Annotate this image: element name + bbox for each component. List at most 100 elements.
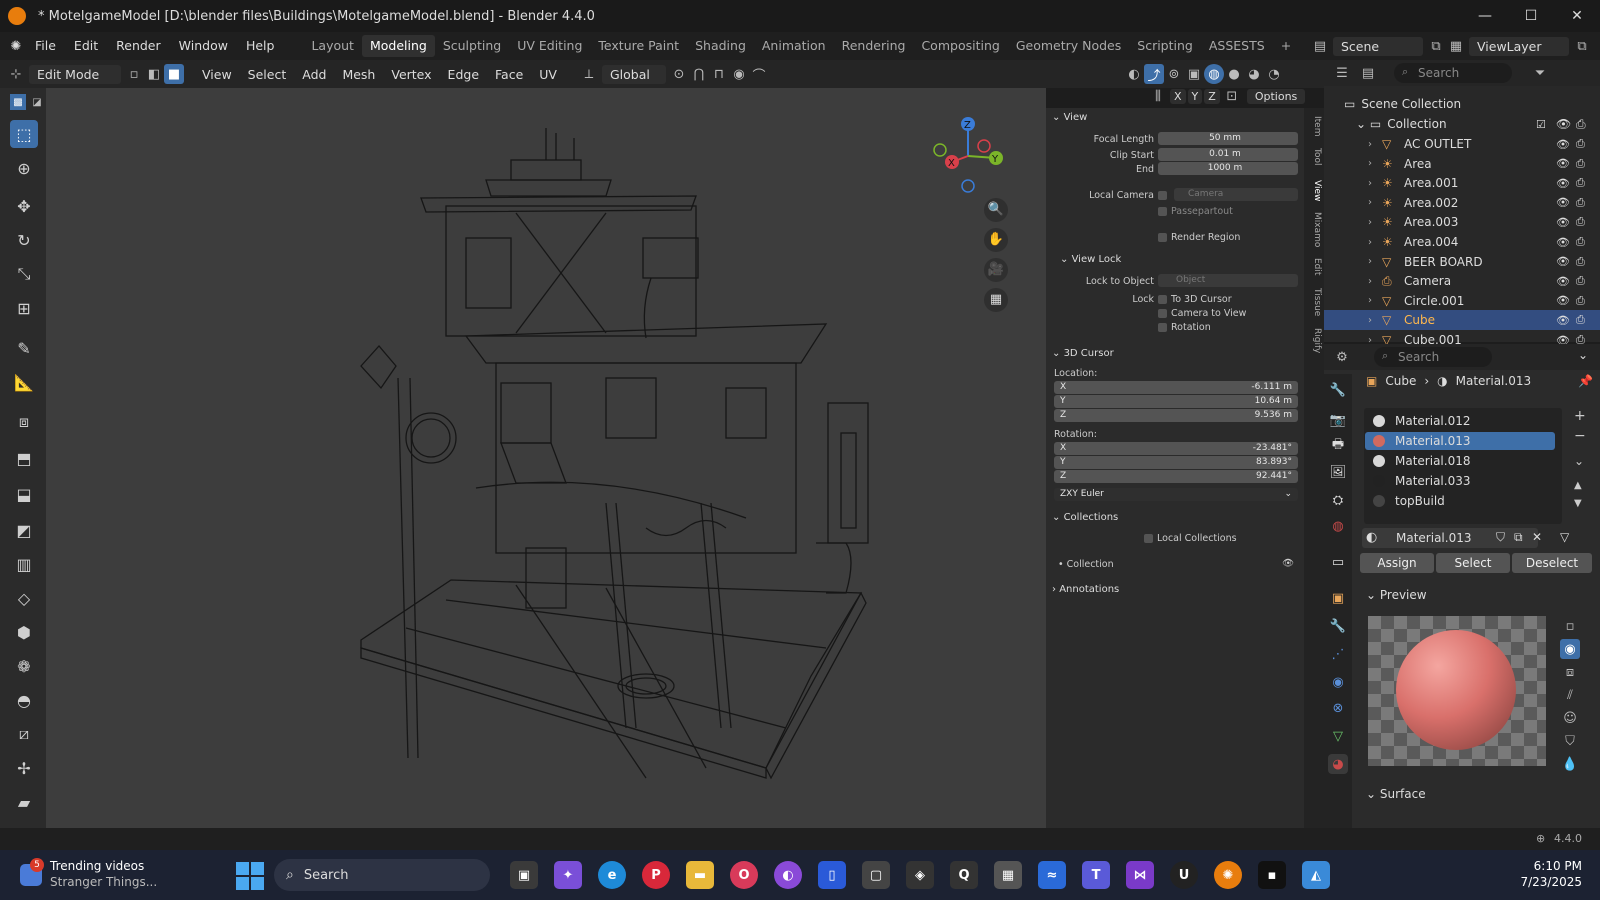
add-slot-icon[interactable]: + — [1574, 408, 1586, 424]
navigation-gizmo[interactable]: Z Y X — [928, 116, 1008, 196]
render-camera-icon[interactable]: ⎙ — [1576, 196, 1585, 210]
expand-chevron-icon[interactable]: › — [1368, 276, 1372, 287]
view-layer-selector[interactable]: ViewLayer — [1469, 36, 1569, 56]
properties-options-chevron-icon[interactable]: ⌄ — [1578, 348, 1588, 362]
outliner-row[interactable]: › ☀ Area.002 👁 ⎙ — [1324, 193, 1600, 213]
transform-tool-icon[interactable]: ⊞ — [10, 294, 38, 322]
select-box-tool-icon[interactable]: ⬚ — [10, 120, 38, 148]
scene-icon[interactable]: ▤ — [1310, 36, 1330, 56]
transform-orientation-selector[interactable]: Global — [601, 64, 666, 84]
bevel-tool-icon[interactable]: ◩ — [10, 516, 38, 544]
properties-editor-icon[interactable]: ⚙ — [1332, 347, 1352, 367]
mirror-x-toggle[interactable]: X — [1170, 88, 1186, 104]
visual-studio-icon[interactable]: ⋈ — [1126, 861, 1154, 889]
face-select-icon[interactable]: ■ — [164, 64, 184, 84]
annotations-section-header[interactable]: › Annotations — [1052, 584, 1119, 595]
camera-field[interactable]: Camera — [1174, 188, 1298, 201]
inset-tool-icon[interactable]: ⬓ — [10, 480, 38, 508]
material-slot[interactable]: topBuild — [1365, 492, 1555, 510]
menu-render[interactable]: Render — [107, 32, 170, 60]
cursor-rotation-y[interactable]: Y 83.893° — [1054, 456, 1298, 469]
preview-section-header[interactable]: ⌄ Preview — [1366, 588, 1427, 602]
tool-tab-icon[interactable]: 🔧 — [1328, 380, 1348, 400]
task-view-icon[interactable]: ▣ — [510, 861, 538, 889]
render-camera-icon[interactable]: ⎙ — [1576, 255, 1585, 269]
tab-scripting[interactable]: Scripting — [1129, 35, 1201, 57]
render-region-checkbox[interactable]: Render Region — [1158, 232, 1240, 243]
render-tab-icon[interactable]: 📷 — [1328, 410, 1348, 430]
physics-tab-icon[interactable]: ◉ — [1328, 672, 1348, 692]
pin-icon[interactable]: 📌 — [1578, 374, 1593, 388]
tab-texture-paint[interactable]: Texture Paint — [590, 35, 687, 57]
unlink-material-icon[interactable]: ✕ — [1532, 530, 1542, 544]
transform-orientation-icon[interactable]: ⟂ — [579, 64, 599, 84]
gizmo-toggle-icon[interactable]: ⤴ — [1144, 64, 1164, 84]
visibility-eye-icon[interactable]: 👁 — [1556, 236, 1570, 249]
knife-tool-icon[interactable]: ◇ — [10, 584, 38, 612]
cursor-section-header[interactable]: ⌄ 3D Cursor — [1052, 348, 1114, 359]
pivot-icon[interactable]: ⊙ — [669, 64, 689, 84]
menu-mesh[interactable]: Mesh — [334, 67, 383, 82]
move-slot-down-icon[interactable]: ▼ — [1574, 498, 1582, 509]
tab-tissue[interactable]: Tissue — [1306, 288, 1322, 316]
visibility-eye-icon[interactable]: 👁 — [1556, 255, 1570, 268]
cursor-location-x[interactable]: X -6.111 m — [1054, 381, 1298, 394]
material-slot[interactable]: Material.013 — [1365, 432, 1555, 450]
select-extend-icon[interactable]: ◪ — [29, 94, 45, 110]
falloff-icon[interactable]: ⌒ — [749, 64, 769, 84]
snap-icon[interactable]: ⋂ — [689, 64, 709, 84]
options-dropdown[interactable]: Options — [1246, 88, 1306, 104]
focal-length-field[interactable]: 50 mm — [1158, 132, 1298, 145]
menu-select[interactable]: Select — [240, 67, 295, 82]
tab-modeling[interactable]: Modeling — [361, 35, 435, 57]
menu-window[interactable]: Window — [170, 32, 237, 60]
browser-icon[interactable]: ◐ — [774, 861, 802, 889]
pan-hand-icon[interactable]: ✋ — [984, 228, 1008, 252]
extrude-tool-icon[interactable]: ⬒ — [10, 444, 38, 472]
menu-view[interactable]: View — [194, 67, 240, 82]
menu-face[interactable]: Face — [487, 67, 531, 82]
link-type-icon[interactable]: ▽ — [1560, 530, 1569, 544]
edge-select-icon[interactable]: ◧ — [144, 64, 164, 84]
cursor-tool-icon[interactable]: ⊕ — [10, 154, 38, 182]
tab-geometry-nodes[interactable]: Geometry Nodes — [1008, 35, 1129, 57]
preview-cloth-icon[interactable]: ⛉ — [1560, 731, 1580, 751]
trending-title[interactable]: Trending videos — [50, 859, 144, 873]
cursor-rotation-z[interactable]: Z 92.441° — [1054, 470, 1298, 483]
opera-icon[interactable]: O — [730, 861, 758, 889]
file-explorer-icon[interactable]: ▬ — [686, 861, 714, 889]
tab-animation[interactable]: Animation — [754, 35, 834, 57]
proportional-edit-icon[interactable]: ◉ — [729, 64, 749, 84]
camera-view-icon[interactable]: 🎥 — [984, 258, 1008, 282]
measure-tool-icon[interactable]: 📐 — [10, 368, 38, 396]
maximize-button[interactable]: ☐ — [1508, 0, 1554, 32]
preview-fluid-icon[interactable]: 💧 — [1560, 754, 1580, 774]
view-layer-icon[interactable]: ▦ — [1446, 36, 1466, 56]
blender-taskbar-icon[interactable]: ✺ — [1214, 861, 1242, 889]
modifier-tab-icon[interactable]: 🔧 — [1328, 616, 1348, 636]
visibility-eye-icon[interactable]: 👁 — [1556, 177, 1570, 190]
tab-uv-editing[interactable]: UV Editing — [509, 35, 590, 57]
annotate-tool-icon[interactable]: ✎ — [10, 334, 38, 362]
view-lock-header[interactable]: ⌄ View Lock — [1060, 254, 1121, 265]
render-camera-icon[interactable]: ⎙ — [1576, 157, 1585, 171]
collection-eye-icon[interactable]: 👁 — [1282, 558, 1294, 569]
loop-cut-tool-icon[interactable]: ▥ — [10, 550, 38, 578]
vertex-select-icon[interactable]: ▫ — [124, 64, 144, 84]
outliner-row[interactable]: › ▽ Circle.001 👁 ⎙ — [1324, 291, 1600, 311]
expand-chevron-icon[interactable]: › — [1368, 178, 1372, 189]
scene-tab-icon[interactable]: ⛭ — [1328, 490, 1348, 510]
smooth-tool-icon[interactable]: ◓ — [10, 686, 38, 714]
material-name-field[interactable]: Material.013 — [1362, 528, 1538, 548]
lock-rotation-checkbox[interactable]: Rotation — [1158, 322, 1211, 333]
properties-search-input[interactable]: Search — [1374, 347, 1492, 367]
menu-help[interactable]: Help — [237, 32, 284, 60]
checkbox-icon[interactable]: ☑ — [1536, 118, 1546, 131]
lock-to-cursor-checkbox[interactable]: To 3D Cursor — [1158, 294, 1232, 305]
constraints-tab-icon[interactable]: ⊗ — [1328, 698, 1348, 718]
outliner-row[interactable]: › ▽ AC OUTLET 👁 ⎙ — [1324, 134, 1600, 154]
tab-mixamo[interactable]: Mixamo — [1306, 212, 1322, 247]
local-collections-checkbox[interactable]: Local Collections — [1144, 533, 1237, 544]
material-shading-icon[interactable]: ◕ — [1244, 64, 1264, 84]
local-camera-checkbox[interactable] — [1158, 190, 1171, 201]
